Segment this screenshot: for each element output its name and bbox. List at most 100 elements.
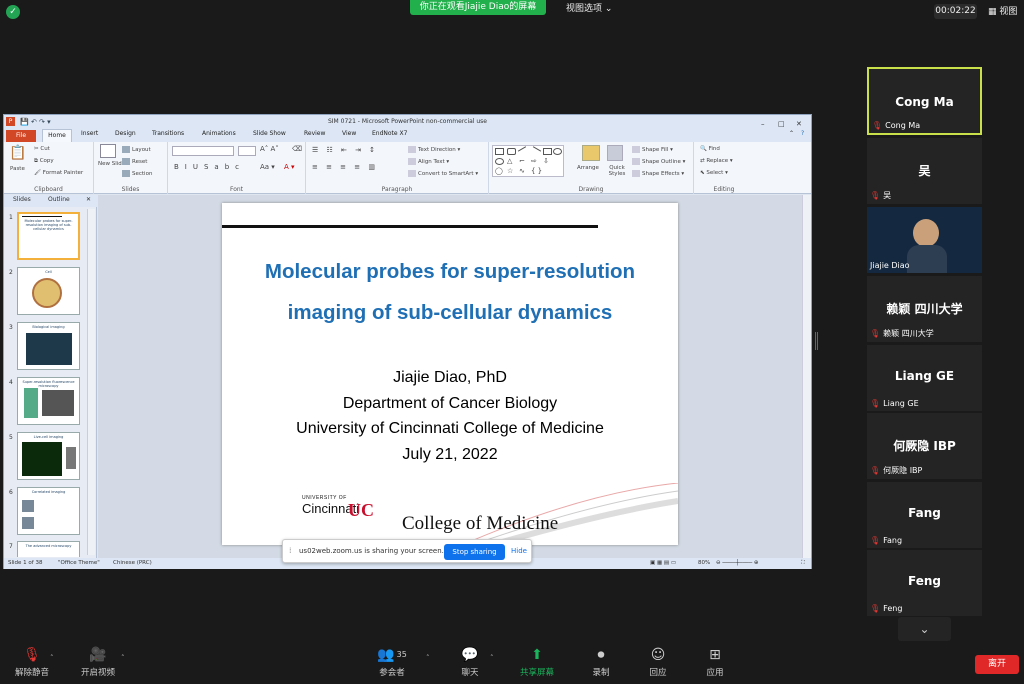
stop-sharing-button[interactable]: Stop sharing xyxy=(444,544,505,560)
more-participants-button[interactable]: ⌄ xyxy=(898,617,951,641)
ribbon-collapse-icon[interactable]: ⌃ xyxy=(789,130,794,137)
tab-outline[interactable]: Outline xyxy=(48,196,70,203)
drag-handle-icon[interactable]: ⁞ xyxy=(289,546,292,555)
copy-button[interactable]: ⧉ Copy xyxy=(34,158,54,165)
thumbnail-row[interactable]: 3 Biological imaging xyxy=(4,322,92,372)
thumbnail-row[interactable]: 2 Cell xyxy=(4,267,92,317)
quick-access-toolbar[interactable]: 💾 ↶ ↷ ▾ xyxy=(20,115,51,129)
line-shape-icon[interactable] xyxy=(529,146,542,157)
shape-fill-button[interactable]: Shape Fill ▾ xyxy=(632,146,673,153)
tab-transitions[interactable]: Transitions xyxy=(152,130,184,137)
curve-shape-icon[interactable]: ∿ xyxy=(519,168,528,175)
participant-video-tile[interactable]: Jiajie Diao xyxy=(867,207,982,273)
find-button[interactable]: 🔍 Find xyxy=(700,146,720,152)
record-button[interactable]: ⏺ 录制 xyxy=(571,644,631,678)
slide-thumbnail[interactable]: The advanced microscopy xyxy=(17,541,80,557)
select-button[interactable]: ⬉ Select ▾ xyxy=(700,170,728,176)
language[interactable]: Chinese (PRC) xyxy=(113,560,152,566)
slide-thumbnail[interactable]: Live-cell imaging xyxy=(17,432,80,480)
participant-tile[interactable]: Liang GE 🎙 Liang GE xyxy=(867,345,982,411)
slide-thumbnail[interactable]: Correlated imaging xyxy=(17,487,80,535)
format-painter-button[interactable]: 🖌 Format Painter xyxy=(34,170,83,176)
clear-format-icon[interactable]: ⌫ xyxy=(292,145,302,153)
watching-banner[interactable]: 你正在观看Jiajie Diao的屏幕 xyxy=(410,0,546,15)
audio-options-caret[interactable]: ˄ xyxy=(50,654,54,662)
participants-button[interactable]: 👥 35 参会者 xyxy=(362,644,422,678)
down-arrow-shape-icon[interactable]: ⇩ xyxy=(543,158,552,165)
shape-outline-button[interactable]: Shape Outline ▾ xyxy=(632,158,685,165)
new-slide-icon[interactable] xyxy=(100,144,116,158)
close-pane-icon[interactable]: ✕ xyxy=(86,196,91,203)
reset-button[interactable]: Reset xyxy=(122,158,147,165)
hide-button[interactable]: Hide xyxy=(511,547,527,555)
participant-tile[interactable]: Feng 🎙 Feng xyxy=(867,550,982,616)
rounded-rect-shape-icon[interactable] xyxy=(507,148,516,155)
view-buttons[interactable]: ▣ ▦ ▤ ▭ xyxy=(650,560,676,566)
oval-shape-icon[interactable] xyxy=(553,148,562,155)
tab-insert[interactable]: Insert xyxy=(81,130,98,137)
tab-endnote[interactable]: EndNote X7 xyxy=(372,130,407,137)
align-buttons[interactable]: ≡ ≡ ≡ ≡ ▥ xyxy=(312,163,378,171)
freeform-shape-icon[interactable]: ◯ xyxy=(495,168,504,175)
tab-slides[interactable]: Slides xyxy=(13,196,31,203)
paste-icon[interactable]: 📋 xyxy=(9,145,26,161)
rectangle-shape-icon[interactable] xyxy=(495,148,504,155)
zoom-level[interactable]: 80% xyxy=(698,560,710,566)
apps-button[interactable]: ⊞ 应用 xyxy=(685,644,745,678)
triangle-shape-icon[interactable]: △ xyxy=(507,158,516,165)
slide-thumbnail[interactable]: Biological imaging xyxy=(17,322,80,370)
thumbnail-row[interactable]: 4 Super-resolution fluorescence microsco… xyxy=(4,377,92,427)
participant-tile[interactable]: 吴 🎙 吴 xyxy=(867,138,982,204)
paste-button[interactable]: Paste xyxy=(10,166,25,172)
edit-area-scrollbar[interactable] xyxy=(802,195,811,558)
font-grow-icon[interactable]: A˄ A˅ xyxy=(260,145,279,153)
layout-button[interactable]: Layout xyxy=(122,146,151,153)
tab-animations[interactable]: Animations xyxy=(202,130,236,137)
thumbnail-row[interactable]: 1 Molecular probes for super-resolution … xyxy=(4,212,92,262)
circle-shape-icon[interactable] xyxy=(495,158,504,165)
help-icon[interactable]: ? xyxy=(801,130,804,137)
list-buttons[interactable]: ☰ ☷ ⇤ ⇥ ↕ xyxy=(312,146,378,154)
smartart-button[interactable]: Convert to SmartArt ▾ xyxy=(408,170,478,177)
view-button[interactable]: ▦ 视图 xyxy=(988,4,1017,17)
font-style-buttons[interactable]: BIUSabc xyxy=(174,163,245,171)
quick-styles-button[interactable]: Quick Styles xyxy=(604,165,630,177)
elbow-shape-icon[interactable]: ⌐ xyxy=(519,158,528,165)
right-arrow-shape-icon[interactable]: ⇨ xyxy=(531,158,540,165)
rect-shape-icon[interactable] xyxy=(543,148,552,155)
splitter-handle[interactable] xyxy=(815,332,818,350)
replace-button[interactable]: ⇄ Replace ▾ xyxy=(700,158,733,164)
tab-review[interactable]: Review xyxy=(304,130,325,137)
tab-file[interactable]: File xyxy=(6,130,36,142)
participant-tile[interactable]: 赖颖 四川大学 🎙 赖颖 四川大学 xyxy=(867,276,982,342)
view-options-menu[interactable]: 视图选项 ⌄ xyxy=(566,1,612,14)
shape-effects-button[interactable]: Shape Effects ▾ xyxy=(632,170,684,177)
fit-slide-icon[interactable]: ⛶ xyxy=(801,560,805,567)
chat-options-caret[interactable]: ˄ xyxy=(490,654,494,662)
line-shape-icon[interactable] xyxy=(517,146,530,157)
quick-styles-icon[interactable] xyxy=(607,145,623,161)
slide-thumbnail[interactable]: Molecular probes for super-resolution im… xyxy=(17,212,80,260)
bracket-shape-icon[interactable]: { } xyxy=(531,168,542,175)
current-slide[interactable]: Molecular probes for super-resolution im… xyxy=(222,203,678,545)
text-direction-button[interactable]: Text Direction ▾ xyxy=(408,146,460,153)
shapes-gallery[interactable]: △ ⌐ ⇨ ⇩ ◯ ☆ ∿ { } xyxy=(492,145,564,177)
participants-options-caret[interactable]: ˄ xyxy=(426,654,430,662)
participant-tile-active[interactable]: Cong Ma 🎙 Cong Ma xyxy=(867,67,982,135)
section-button[interactable]: Section xyxy=(122,170,152,177)
arrange-icon[interactable] xyxy=(582,145,600,161)
font-color-icon[interactable]: A ▾ xyxy=(284,163,295,171)
shield-icon[interactable]: ✓ xyxy=(6,5,20,19)
share-screen-button[interactable]: ⬆ 共享屏幕 xyxy=(507,644,567,678)
thumbnail-row[interactable]: 7 The advanced microscopy xyxy=(4,541,92,557)
case-icon[interactable]: Aa ▾ xyxy=(260,163,275,171)
slide-thumbnail[interactable]: Cell xyxy=(17,267,80,315)
thumbnail-row[interactable]: 6 Correlated imaging xyxy=(4,487,92,537)
leave-button[interactable]: 离开 xyxy=(975,655,1019,674)
arrange-button[interactable]: Arrange xyxy=(577,165,599,171)
video-options-caret[interactable]: ˄ xyxy=(121,654,125,662)
participant-tile[interactable]: 何厥隐 IBP 🎙 何厥隐 IBP xyxy=(867,413,982,479)
start-video-button[interactable]: 🎥 开启视频 xyxy=(68,644,128,678)
tab-home[interactable]: Home xyxy=(42,129,72,142)
font-size-select[interactable] xyxy=(238,146,256,156)
